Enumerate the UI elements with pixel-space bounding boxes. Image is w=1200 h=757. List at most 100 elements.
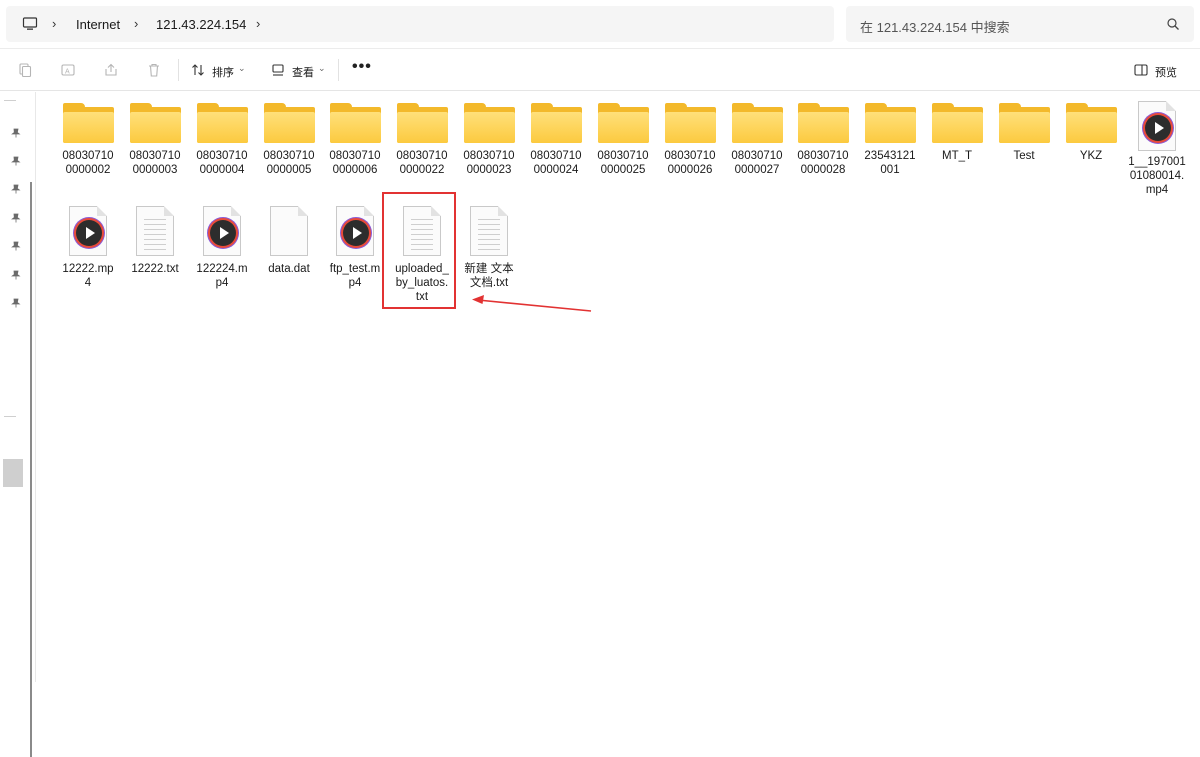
- folder-item[interactable]: 08030710 0000023: [457, 103, 521, 177]
- dat-file-item[interactable]: data.dat: [257, 206, 321, 276]
- blank-file-icon: [270, 206, 308, 256]
- file-label: MT_T: [941, 150, 973, 162]
- file-label: 08030710 0000027: [731, 150, 783, 176]
- video-file-icon: [1138, 101, 1176, 151]
- nav-scrollbar-thumb[interactable]: [3, 459, 23, 487]
- folder-icon: [196, 103, 248, 143]
- folder-icon: [864, 103, 916, 143]
- more-options-button[interactable]: •••: [352, 58, 372, 76]
- video-file-item[interactable]: 12222.mp 4: [56, 206, 120, 290]
- text-file-icon: [136, 206, 174, 256]
- file-label: 08030710 0000002: [62, 150, 114, 176]
- folder-icon: [931, 103, 983, 143]
- preview-pane-icon[interactable]: [1133, 62, 1149, 78]
- file-label: 12222.mp 4: [62, 263, 114, 289]
- file-label: 08030710 0000022: [396, 150, 448, 176]
- file-label: 08030710 0000025: [597, 150, 649, 176]
- navigation-pane[interactable]: [0, 92, 36, 757]
- sort-icon[interactable]: [190, 62, 206, 78]
- video-file-item[interactable]: 122224.m p4: [190, 206, 254, 290]
- nav-scrollbar-track[interactable]: [30, 182, 32, 757]
- folder-item[interactable]: 08030710 0000005: [257, 103, 321, 177]
- file-label: 08030710 0000023: [463, 150, 515, 176]
- folder-item[interactable]: 08030710 0000003: [123, 103, 187, 177]
- file-label: ftp_test.m p4: [329, 263, 381, 289]
- pin-icon[interactable]: [11, 128, 21, 138]
- view-button[interactable]: 查看: [292, 64, 314, 80]
- search-input[interactable]: 在 121.43.224.154 中搜索: [860, 17, 1010, 36]
- file-label: 08030710 0000024: [530, 150, 582, 176]
- preview-button[interactable]: 预览: [1155, 64, 1177, 80]
- folder-item[interactable]: 08030710 0000028: [791, 103, 855, 177]
- delete-icon[interactable]: [146, 62, 162, 78]
- chevron-right-icon[interactable]: ›: [134, 16, 138, 31]
- folder-item[interactable]: MT_T: [925, 103, 989, 163]
- annotation-arrow-icon: [472, 295, 592, 312]
- video-file-icon: [336, 206, 374, 256]
- view-icon[interactable]: [270, 62, 286, 78]
- file-label: 12222.txt: [131, 263, 179, 275]
- copy-icon[interactable]: [17, 62, 33, 78]
- file-label: 122224.m p4: [196, 263, 248, 289]
- pin-icon[interactable]: [11, 156, 21, 166]
- folder-item[interactable]: 08030710 0000002: [56, 103, 120, 177]
- folder-item[interactable]: 08030710 0000025: [591, 103, 655, 177]
- folder-item[interactable]: YKZ: [1059, 103, 1123, 163]
- pin-icon[interactable]: [11, 270, 21, 280]
- file-label: Test: [1013, 150, 1035, 162]
- folder-icon: [797, 103, 849, 143]
- search-icon[interactable]: [1166, 17, 1180, 31]
- share-icon[interactable]: [103, 62, 119, 78]
- address-bar-row: › Internet › 121.43.224.154 › 在 121.43.2…: [0, 0, 1200, 48]
- folder-icon: [263, 103, 315, 143]
- pin-icon[interactable]: [11, 213, 21, 223]
- file-label: 23543121 001: [864, 150, 916, 176]
- folder-item[interactable]: 08030710 0000022: [390, 103, 454, 177]
- file-label: 08030710 0000004: [196, 150, 248, 176]
- video-file-item[interactable]: 1__197001 01080014. mp4: [1125, 101, 1189, 197]
- file-label: 1__197001 01080014. mp4: [1128, 156, 1186, 196]
- video-file-item[interactable]: ftp_test.m p4: [323, 206, 387, 290]
- folder-item[interactable]: 08030710 0000006: [323, 103, 387, 177]
- folder-icon: [1065, 103, 1117, 143]
- pin-icon[interactable]: [11, 298, 21, 308]
- rename-icon[interactable]: A: [60, 62, 76, 78]
- file-label: 08030710 0000003: [129, 150, 181, 176]
- text-file-item[interactable]: 12222.txt: [123, 206, 187, 276]
- file-label: 新建 文本 文档.txt: [464, 263, 514, 289]
- video-file-icon: [69, 206, 107, 256]
- folder-item[interactable]: 08030710 0000026: [658, 103, 722, 177]
- chevron-down-icon[interactable]: ⌄: [318, 63, 326, 74]
- pin-icon[interactable]: [11, 241, 21, 251]
- nav-divider: [4, 100, 16, 101]
- folder-icon: [396, 103, 448, 143]
- folder-icon: [664, 103, 716, 143]
- pin-icon[interactable]: [11, 184, 21, 194]
- folder-icon: [329, 103, 381, 143]
- chevron-down-icon[interactable]: ⌄: [238, 63, 246, 74]
- address-bar[interactable]: › Internet › 121.43.224.154 ›: [6, 6, 834, 42]
- chevron-right-icon[interactable]: ›: [256, 16, 260, 31]
- folder-icon: [998, 103, 1050, 143]
- file-label: 08030710 0000026: [664, 150, 716, 176]
- file-label: 08030710 0000006: [329, 150, 381, 176]
- chevron-right-icon[interactable]: ›: [52, 16, 56, 31]
- search-box[interactable]: 在 121.43.224.154 中搜索: [846, 6, 1194, 42]
- folder-item[interactable]: 08030710 0000027: [725, 103, 789, 177]
- folder-item[interactable]: 23543121 001: [858, 103, 922, 177]
- text-file-icon: [470, 206, 508, 256]
- file-label: data.dat: [268, 263, 310, 275]
- folder-item[interactable]: 08030710 0000004: [190, 103, 254, 177]
- folder-icon: [129, 103, 181, 143]
- svg-text:A: A: [65, 69, 70, 76]
- sort-button[interactable]: 排序: [212, 64, 234, 80]
- text-file-item[interactable]: 新建 文本 文档.txt: [457, 206, 521, 290]
- computer-icon[interactable]: [22, 16, 38, 32]
- folder-item[interactable]: Test: [992, 103, 1056, 163]
- breadcrumb-host[interactable]: 121.43.224.154: [156, 17, 246, 32]
- breadcrumb-internet[interactable]: Internet: [76, 17, 120, 32]
- folder-item[interactable]: 08030710 0000024: [524, 103, 588, 177]
- file-label: YKZ: [1079, 150, 1103, 162]
- command-bar: A 排序 ⌄ 查看 ⌄ ••• 预览: [0, 48, 1200, 91]
- video-file-icon: [203, 206, 241, 256]
